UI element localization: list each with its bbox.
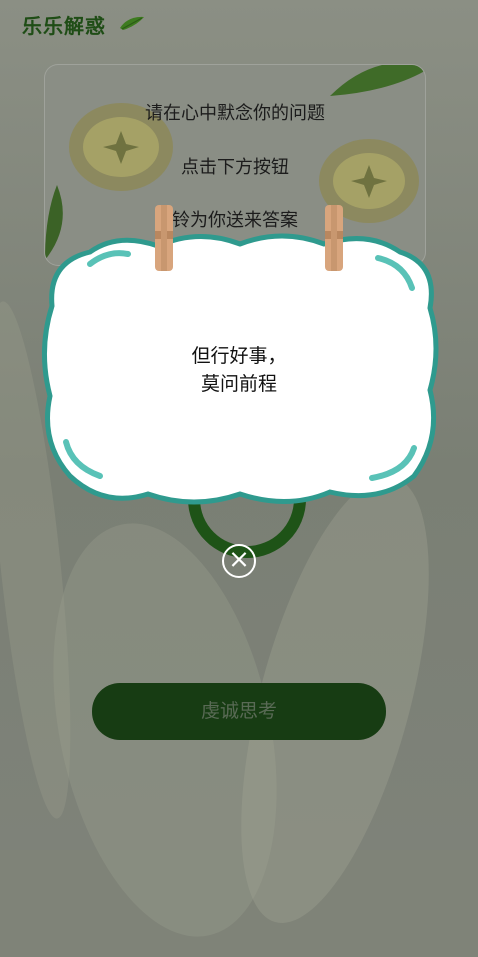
answer-line-2: 莫问前程 xyxy=(200,373,277,395)
instruction-line: 请在心中默念你的问题 xyxy=(145,103,325,124)
instruction-line: 点击下方按钮 xyxy=(181,157,289,178)
close-button[interactable]: × xyxy=(222,544,256,578)
leaf-decoration xyxy=(330,65,425,96)
leaf-icon xyxy=(120,16,144,30)
close-icon: × xyxy=(228,544,250,575)
app-title: 乐乐解惑 xyxy=(22,14,106,38)
answer-line-1: 但行好事， xyxy=(191,345,287,367)
clip-icon xyxy=(155,205,173,271)
answer-text: 但行好事， 莫问前程 xyxy=(0,342,478,398)
pray-button[interactable]: 虔诚思考 xyxy=(92,683,386,740)
clip-icon xyxy=(325,205,343,271)
